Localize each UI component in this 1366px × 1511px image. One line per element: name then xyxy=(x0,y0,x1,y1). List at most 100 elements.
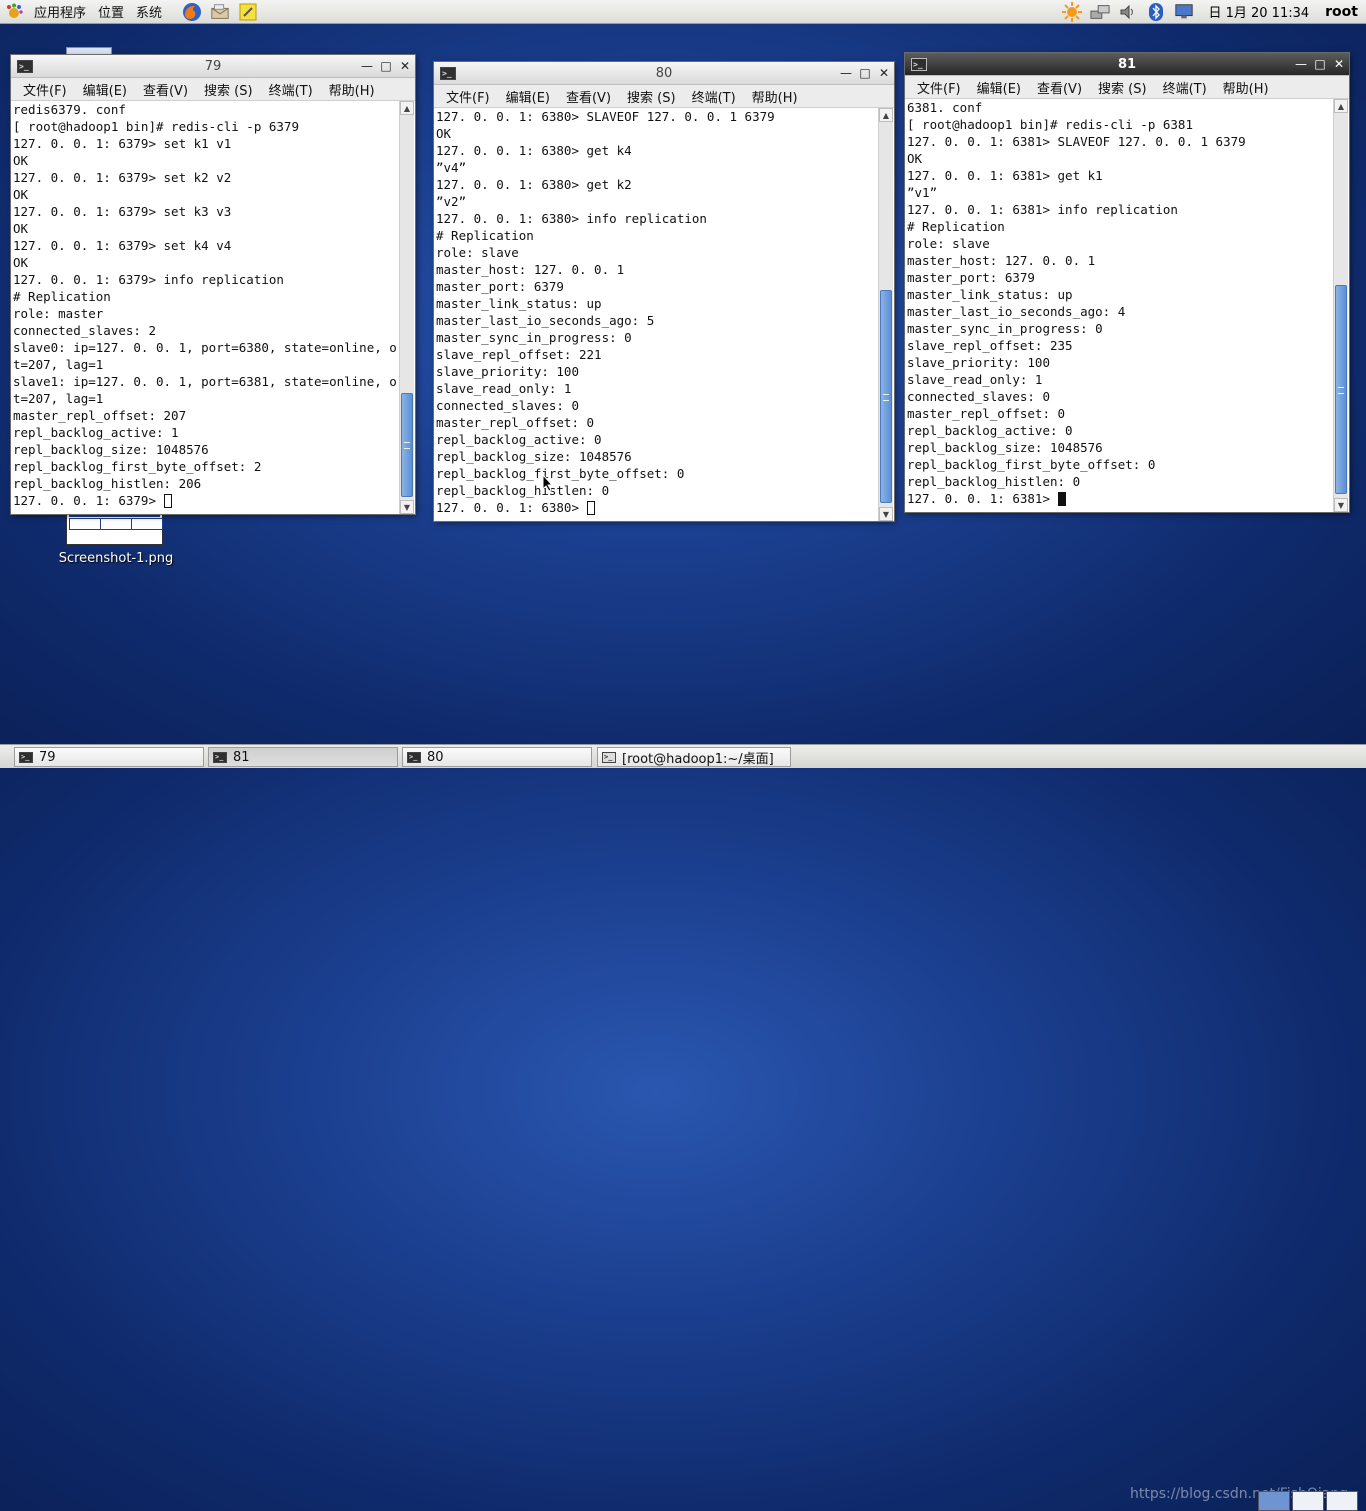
terminal-line: master_link_status: up xyxy=(436,296,602,311)
terminal-line: master_repl_offset: 0 xyxy=(907,406,1066,421)
terminal-line: OK xyxy=(13,255,29,270)
titlebar[interactable]: >_ 80 — □ ✕ xyxy=(434,62,894,85)
terminal-line: t=207, lag=1 xyxy=(13,391,104,406)
menu-help[interactable]: 帮助(H) xyxy=(321,80,383,99)
terminal-body[interactable]: 127. 0. 0. 1: 6380> SLAVEOF 127. 0. 0. 1… xyxy=(434,108,894,521)
close-button[interactable]: ✕ xyxy=(875,64,893,82)
terminal-body[interactable]: redis6379. conf [ root@hadoop1 bin]# redi… xyxy=(11,101,415,514)
terminal-line: OK xyxy=(13,187,29,202)
terminal-line: slave_priority: 100 xyxy=(907,355,1050,370)
minimize-button[interactable]: — xyxy=(1292,55,1310,73)
minimize-button[interactable]: — xyxy=(358,57,376,75)
terminal-output[interactable]: redis6379. conf [ root@hadoop1 bin]# redi… xyxy=(13,101,397,514)
maximize-button[interactable]: □ xyxy=(377,57,395,75)
terminal-prompt-line[interactable]: 127. 0. 0. 1: 6379> xyxy=(13,492,397,509)
terminal-window-81[interactable]: >_ 81 — □ ✕ 文件(F) 编辑(E) 查看(V) 搜索 (S) 终端(… xyxy=(905,53,1349,512)
menu-view[interactable]: 查看(V) xyxy=(1029,78,1090,97)
text-cursor xyxy=(586,501,595,515)
terminal-window-79[interactable]: >_ 79 — □ ✕ 文件(F) 编辑(E) 查看(V) 搜索 (S) 终端(… xyxy=(11,55,415,514)
menu-help[interactable]: 帮助(H) xyxy=(744,87,806,106)
screenshot-file-label[interactable]: Screenshot-1.png xyxy=(40,551,192,566)
minimize-button[interactable]: — xyxy=(837,64,855,82)
scrollbar[interactable]: ▲ ▼ xyxy=(399,101,414,514)
scroll-thumb[interactable] xyxy=(880,290,892,503)
scroll-up-arrow[interactable]: ▲ xyxy=(879,108,893,122)
terminal-icon: >_ xyxy=(17,59,33,73)
menu-view[interactable]: 查看(V) xyxy=(558,87,619,106)
menu-search[interactable]: 搜索 (S) xyxy=(619,87,684,106)
mail-icon[interactable] xyxy=(210,2,230,22)
scroll-down-arrow[interactable]: ▼ xyxy=(879,507,893,521)
taskbar-item-desktop-terminal[interactable]: >_ [root@hadoop1:~/桌面] xyxy=(597,747,791,767)
bluetooth-icon[interactable] xyxy=(1146,2,1166,22)
terminal-output[interactable]: 127. 0. 0. 1: 6380> SLAVEOF 127. 0. 0. 1… xyxy=(436,108,876,521)
workspace-2[interactable] xyxy=(1292,1491,1324,1511)
notes-icon[interactable] xyxy=(238,2,258,22)
close-button[interactable]: ✕ xyxy=(396,57,414,75)
terminal-output[interactable]: 6381. conf [ root@hadoop1 bin]# redis-cli… xyxy=(907,99,1331,512)
titlebar[interactable]: >_ 79 — □ ✕ xyxy=(11,55,415,78)
firefox-icon[interactable] xyxy=(182,2,202,22)
terminal-line: 127. 0. 0. 1: 6379> info replication xyxy=(13,272,284,287)
menu-terminal[interactable]: 终端(T) xyxy=(261,80,321,99)
terminal-line: repl_backlog_first_byte_offset: 0 xyxy=(436,466,685,481)
display-icon[interactable] xyxy=(1174,2,1194,22)
scroll-thumb[interactable] xyxy=(1335,285,1347,494)
menu-terminal[interactable]: 终端(T) xyxy=(684,87,744,106)
menu-file[interactable]: 文件(F) xyxy=(909,78,969,97)
terminal-prompt-line[interactable]: 127. 0. 0. 1: 6381> xyxy=(907,490,1331,507)
menu-search[interactable]: 搜索 (S) xyxy=(1090,78,1155,97)
scrollbar[interactable]: ▲ ▼ xyxy=(1333,99,1348,512)
menu-search[interactable]: 搜索 (S) xyxy=(196,80,261,99)
menu-terminal[interactable]: 终端(T) xyxy=(1155,78,1215,97)
maximize-button[interactable]: □ xyxy=(1311,55,1329,73)
volume-icon[interactable] xyxy=(1118,2,1138,22)
terminal-line: repl_backlog_first_byte_offset: 2 xyxy=(13,459,262,474)
close-button[interactable]: ✕ xyxy=(1330,55,1348,73)
terminal-line: repl_backlog_size: 1048576 xyxy=(13,442,209,457)
titlebar[interactable]: >_ 81 — □ ✕ xyxy=(905,53,1349,76)
menu-edit[interactable]: 编辑(E) xyxy=(969,78,1029,97)
scroll-down-arrow[interactable]: ▼ xyxy=(400,500,414,514)
taskbar-item-79[interactable]: >_ 79 xyxy=(14,747,204,767)
menu-file[interactable]: 文件(F) xyxy=(15,80,75,99)
clock[interactable]: 日 1月 20 11:34 xyxy=(1198,2,1319,21)
scroll-down-arrow[interactable]: ▼ xyxy=(1334,498,1348,512)
taskbar-item-81[interactable]: >_ 81 xyxy=(208,747,398,767)
terminal-line: slave_read_only: 1 xyxy=(436,381,572,396)
terminal-window-80[interactable]: >_ 80 — □ ✕ 文件(F) 编辑(E) 查看(V) 搜索 (S) 终端(… xyxy=(434,62,894,521)
menu-file[interactable]: 文件(F) xyxy=(438,87,498,106)
workspace-switcher[interactable] xyxy=(1258,1491,1360,1511)
gnome-foot-icon[interactable] xyxy=(4,2,24,22)
network-icon[interactable] xyxy=(1090,2,1111,22)
terminal-line: master_port: 6379 xyxy=(907,270,1035,285)
terminal-line: 127. 0. 0. 1: 6381> get k1 xyxy=(907,168,1103,183)
scroll-up-arrow[interactable]: ▲ xyxy=(1334,99,1348,113)
taskbar-label: [root@hadoop1:~/桌面] xyxy=(622,751,774,767)
terminal-line: repl_backlog_active: 1 xyxy=(13,425,179,440)
scroll-thumb[interactable] xyxy=(401,393,413,497)
workspace-3[interactable] xyxy=(1326,1491,1358,1511)
maximize-button[interactable]: □ xyxy=(856,64,874,82)
terminal-line: master_repl_offset: 207 xyxy=(13,408,187,423)
menu-places[interactable]: 位置 xyxy=(92,0,130,24)
user-menu[interactable]: root xyxy=(1319,4,1366,20)
menu-view[interactable]: 查看(V) xyxy=(135,80,196,99)
terminal-prompt-line[interactable]: 127. 0. 0. 1: 6380> xyxy=(436,499,876,516)
terminal-line: ”v2” xyxy=(436,194,467,209)
menu-applications[interactable]: 应用程序 xyxy=(28,0,92,24)
terminal-body[interactable]: 6381. conf [ root@hadoop1 bin]# redis-cli… xyxy=(905,99,1349,512)
terminal-line: [ root@hadoop1 bin]# redis-cli -p 6381 xyxy=(907,117,1193,132)
taskbar-item-80[interactable]: >_ 80 xyxy=(402,747,592,767)
scrollbar[interactable]: ▲ ▼ xyxy=(878,108,893,521)
menu-system[interactable]: 系统 xyxy=(130,0,168,24)
workspace-1[interactable] xyxy=(1258,1491,1290,1511)
scroll-up-arrow[interactable]: ▲ xyxy=(400,101,414,115)
menu-edit[interactable]: 编辑(E) xyxy=(498,87,558,106)
update-sun-icon[interactable] xyxy=(1062,1,1083,22)
menu-help[interactable]: 帮助(H) xyxy=(1215,78,1277,97)
terminal-line: [ root@hadoop1 bin]# redis-cli -p 6379 xyxy=(13,119,299,134)
taskbar-label: 80 xyxy=(427,749,444,765)
terminal-prompt: 127. 0. 0. 1: 6381> xyxy=(907,491,1058,506)
menu-edit[interactable]: 编辑(E) xyxy=(75,80,135,99)
